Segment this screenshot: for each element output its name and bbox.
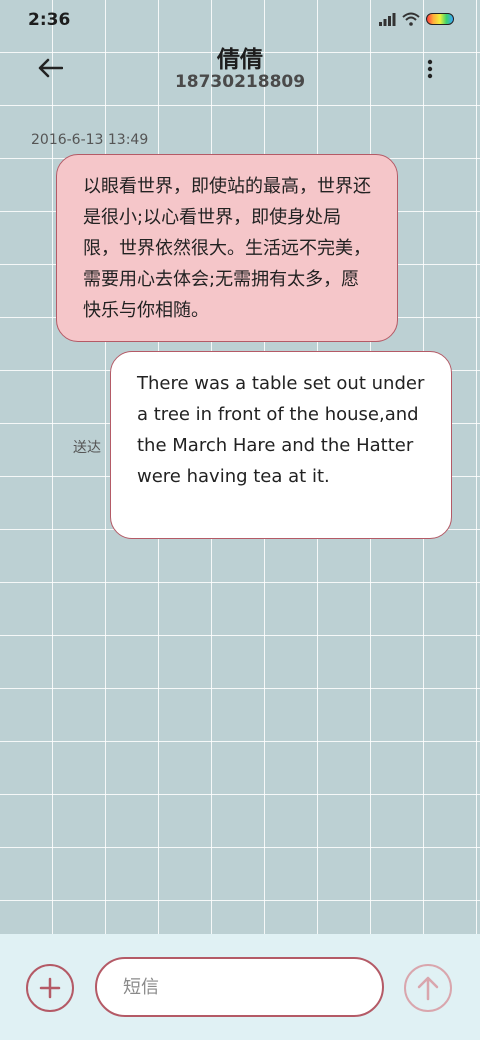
add-attachment-button[interactable] xyxy=(26,964,74,1012)
message-timestamp: 2016-6-13 13:49 xyxy=(31,132,149,148)
conversation-header: 倩倩 18730218809 xyxy=(0,40,480,100)
contact-name: 倩倩 xyxy=(217,47,263,73)
signal-icon xyxy=(379,13,396,26)
more-options-button[interactable] xyxy=(418,56,442,82)
contact-phone: 18730218809 xyxy=(174,72,306,92)
status-time: 2:36 xyxy=(28,10,71,30)
delivery-status: 送达 xyxy=(73,440,101,456)
send-button[interactable] xyxy=(404,964,452,1012)
status-icons xyxy=(378,12,454,26)
more-vertical-icon xyxy=(427,59,433,79)
plus-icon xyxy=(39,977,61,999)
arrow-up-icon xyxy=(417,976,439,1001)
compose-bar xyxy=(0,934,480,1040)
sms-input[interactable] xyxy=(95,957,384,1017)
sent-message-bubble[interactable]: There was a table set out under a tree i… xyxy=(110,351,452,539)
battery-icon xyxy=(426,13,454,25)
received-message-bubble[interactable]: 以眼看世界，即使站的最高，世界还是很小;以心看世界，即使身处局限，世界依然很大。… xyxy=(56,154,398,342)
status-bar: 2:36 xyxy=(0,0,480,40)
wifi-icon xyxy=(402,12,420,26)
